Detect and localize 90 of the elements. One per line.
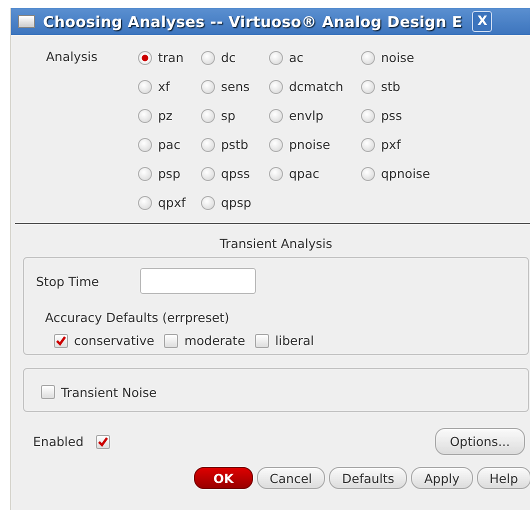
radio-icon[interactable]: [269, 108, 283, 122]
stop-time-label: Stop Time: [36, 274, 100, 288]
radio-label: psp: [158, 166, 180, 181]
window-icon[interactable]: [18, 15, 35, 28]
radio-icon[interactable]: [201, 196, 215, 210]
radio-label: qpac: [289, 166, 320, 181]
analysis-radio[interactable]: pnoise: [269, 136, 361, 153]
analysis-radio[interactable]: tran: [138, 49, 201, 66]
enabled-label: Enabled: [33, 434, 84, 449]
radio-icon[interactable]: [361, 80, 375, 94]
radio-icon[interactable]: [138, 166, 152, 180]
radio-label: pxf: [381, 137, 401, 152]
radio-icon[interactable]: [201, 80, 215, 94]
checkbox-label: moderate: [184, 333, 246, 348]
radio-icon[interactable]: [201, 50, 215, 64]
accuracy-label: Accuracy Defaults (errpreset): [44, 309, 230, 327]
checkbox[interactable]: [164, 334, 178, 348]
options-button[interactable]: Options...: [434, 428, 525, 455]
checkbox[interactable]: [96, 434, 110, 448]
radio-icon[interactable]: [361, 138, 375, 152]
analysis-radio[interactable]: ac: [269, 49, 361, 66]
radio-label: stb: [381, 79, 400, 94]
checkbox[interactable]: [41, 385, 55, 399]
dialog-button[interactable]: Apply: [411, 467, 472, 489]
dialog-button[interactable]: Help: [476, 467, 530, 489]
section-title: Transient Analysis: [218, 235, 334, 253]
radio-icon[interactable]: [361, 108, 375, 122]
analysis-radio[interactable]: sp: [201, 107, 269, 124]
radio-icon[interactable]: [201, 138, 215, 152]
radio-label: envlp: [289, 108, 324, 123]
radio-icon[interactable]: [138, 196, 152, 210]
radio-label: qpsp: [221, 195, 252, 210]
radio-label: pz: [158, 108, 172, 123]
radio-label: xf: [158, 79, 170, 94]
radio-icon[interactable]: [201, 166, 215, 180]
analysis-radio[interactable]: pss: [361, 107, 451, 124]
dialog-button[interactable]: OK: [194, 467, 253, 489]
analysis-radio[interactable]: envlp: [269, 107, 361, 124]
radio-label: tran: [158, 50, 184, 65]
radio-icon[interactable]: [361, 50, 375, 64]
close-button[interactable]: X: [472, 11, 492, 32]
analysis-radio[interactable]: noise: [361, 49, 451, 66]
radio-icon[interactable]: [201, 108, 215, 122]
analysis-radio[interactable]: qpac: [269, 165, 361, 182]
radio-label: ac: [289, 50, 304, 65]
analysis-radio[interactable]: sens: [201, 78, 269, 95]
analysis-radio[interactable]: qpsp: [201, 194, 269, 211]
radio-icon[interactable]: [269, 80, 283, 94]
radio-label: noise: [381, 50, 414, 65]
checkbox-label: liberal: [275, 333, 314, 348]
stop-time-field[interactable]: [140, 268, 256, 294]
analysis-radio[interactable]: qpss: [201, 165, 269, 182]
radio-icon[interactable]: [361, 166, 375, 180]
analysis-radio[interactable]: pz: [138, 107, 201, 124]
analysis-radio[interactable]: pac: [138, 136, 201, 153]
radio-label: pac: [158, 137, 180, 152]
radio-icon[interactable]: [138, 108, 152, 122]
analysis-radio[interactable]: dc: [201, 49, 269, 66]
radio-icon[interactable]: [138, 138, 152, 152]
analysis-radio[interactable]: pstb: [201, 136, 269, 153]
analysis-radio[interactable]: pxf: [361, 136, 451, 153]
radio-icon[interactable]: [138, 80, 152, 94]
checkbox-label: Transient Noise: [61, 384, 157, 400]
analysis-label: Analysis: [46, 49, 99, 66]
analysis-radio[interactable]: qpxf: [138, 194, 201, 211]
radio-label: qpnoise: [381, 166, 430, 181]
radio-label: pss: [381, 108, 402, 123]
dialog-button[interactable]: Cancel: [256, 467, 326, 489]
radio-icon[interactable]: [269, 166, 283, 180]
checkbox[interactable]: [54, 334, 68, 348]
window-title: Choosing Analyses -- Virtuoso® Analog Design E: [43, 12, 462, 30]
radio-label: qpss: [221, 166, 250, 181]
radio-label: sp: [221, 108, 236, 123]
radio-label: sens: [221, 79, 250, 94]
analysis-radio[interactable]: qpnoise: [361, 165, 451, 182]
analysis-radio[interactable]: dcmatch: [269, 78, 361, 95]
checkbox[interactable]: [255, 334, 270, 348]
radio-icon[interactable]: [269, 50, 283, 64]
checkbox-label: conservative: [74, 333, 154, 348]
dialog-button[interactable]: Defaults: [329, 467, 408, 489]
radio-icon[interactable]: [138, 50, 152, 64]
radio-icon[interactable]: [269, 138, 283, 152]
analysis-radio[interactable]: stb: [361, 78, 451, 95]
radio-label: dcmatch: [289, 79, 344, 94]
radio-label: pnoise: [289, 137, 330, 152]
radio-label: dc: [221, 50, 236, 65]
analysis-radio[interactable]: xf: [138, 78, 201, 95]
analysis-radio[interactable]: psp: [138, 165, 201, 182]
radio-label: qpxf: [158, 195, 186, 210]
radio-label: pstb: [221, 137, 248, 152]
